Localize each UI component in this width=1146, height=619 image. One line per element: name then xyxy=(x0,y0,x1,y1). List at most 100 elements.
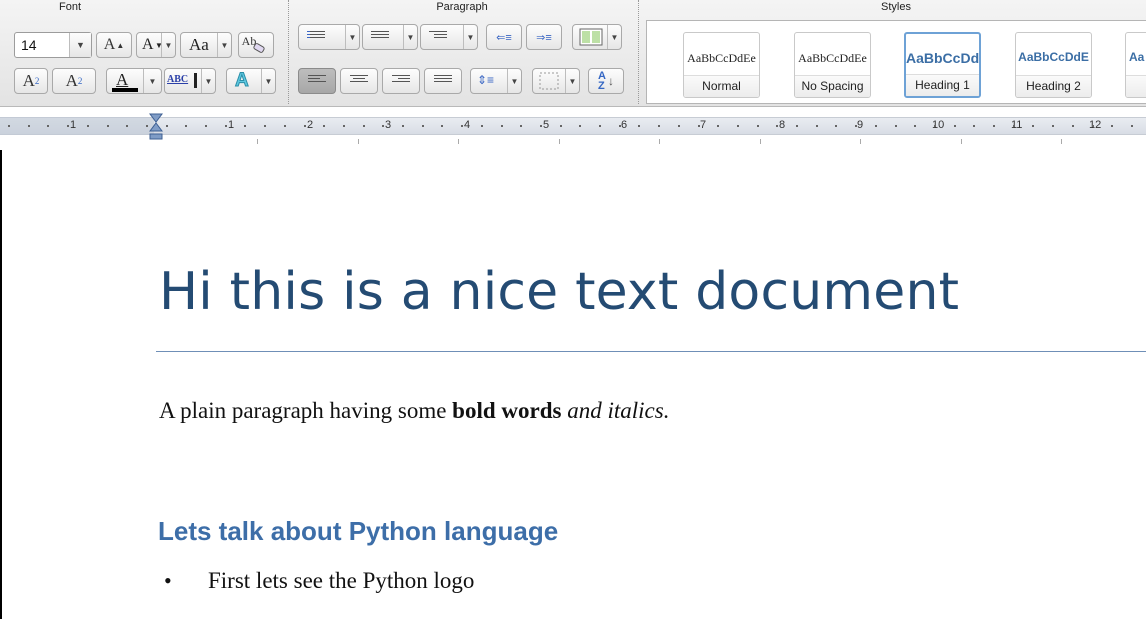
chevron-down-icon[interactable]: ▼ xyxy=(607,25,621,49)
ruler-dot xyxy=(27,125,30,127)
superscript-icon: A xyxy=(22,71,35,90)
plain-text: A plain paragraph having some xyxy=(159,398,453,423)
chevron-down-icon[interactable]: ▼ xyxy=(143,69,161,93)
multilevel-list-button[interactable]: ▼ xyxy=(420,24,478,50)
chevron-down-icon[interactable]: ▼ xyxy=(261,69,275,93)
ruler-dot xyxy=(914,125,917,127)
bullets-button[interactable]: ▼ xyxy=(298,24,360,50)
ruler-number: 2 xyxy=(307,119,314,131)
page-edge xyxy=(0,150,2,619)
ruler-dot xyxy=(835,125,838,127)
styles-group-label: Styles xyxy=(881,1,911,13)
highlight-button[interactable]: ABC ▼ xyxy=(164,68,216,94)
section-heading[interactable]: Lets talk about Python language xyxy=(158,516,558,547)
align-left-button[interactable] xyxy=(298,68,336,94)
tab-stop-tick xyxy=(558,139,560,144)
ruler-dot xyxy=(973,125,976,127)
ruler-dot xyxy=(185,125,188,127)
borders-icon xyxy=(539,72,559,90)
ruler-dot xyxy=(776,125,779,127)
ruler-dot xyxy=(500,125,503,127)
increase-indent-button[interactable]: ⇒≡ xyxy=(526,24,562,50)
bold-text: bold words xyxy=(452,398,562,423)
multilevel-list-icon xyxy=(429,31,447,43)
tab-stop-tick xyxy=(759,139,761,144)
font-color-button[interactable]: A ▼ xyxy=(106,68,162,94)
ruler-dot xyxy=(323,125,326,127)
document-page[interactable]: Hi this is a nice text document A plain … xyxy=(0,150,1146,619)
style-no-spacing[interactable]: AaBbCcDdEe No Spacing xyxy=(794,32,871,98)
chevron-down-icon[interactable]: ▼ xyxy=(507,69,521,93)
chevron-down-icon[interactable]: ▼ xyxy=(217,33,231,57)
ruler-dot xyxy=(106,125,109,127)
ruler-dot xyxy=(382,125,385,127)
ruler-dot xyxy=(1091,125,1094,127)
ruler-number: 9 xyxy=(857,119,864,131)
ruler-number: 4 xyxy=(464,119,471,131)
chevron-down-icon[interactable]: ▼ xyxy=(201,69,215,93)
text-effects-icon: A xyxy=(235,70,250,92)
tab-stop-tick xyxy=(1061,139,1062,144)
horizontal-ruler[interactable]: 1 1 2 3 4 5 6 7 8 9 10 11 12 xyxy=(0,107,1146,150)
subscript-button[interactable]: A2 xyxy=(52,68,96,94)
chevron-down-icon[interactable]: ▼ xyxy=(565,69,579,93)
chevron-down-icon[interactable]: ▼ xyxy=(463,25,477,49)
style-normal[interactable]: AaBbCcDdEe Normal xyxy=(683,32,760,98)
align-center-button[interactable] xyxy=(340,68,378,94)
ruler-dot xyxy=(402,125,404,127)
superscript-button[interactable]: A2 xyxy=(14,68,48,94)
subscript-icon: A xyxy=(65,71,78,90)
title-underline xyxy=(156,351,1146,352)
justify-icon xyxy=(434,75,452,87)
style-next[interactable]: Aa xyxy=(1125,32,1146,98)
align-left-icon xyxy=(308,75,326,87)
highlight-icon: ABC xyxy=(167,74,189,85)
clear-formatting-button[interactable]: Ab xyxy=(238,32,274,58)
columns-button[interactable]: ▼ xyxy=(572,24,622,50)
chevron-down-icon[interactable]: ▼ xyxy=(161,33,175,57)
ruler-dot xyxy=(421,125,424,127)
decrease-indent-icon: ⇐≡ xyxy=(496,31,512,44)
columns-icon xyxy=(579,28,603,46)
chevron-down-icon[interactable]: ▼ xyxy=(345,25,359,49)
shrink-font-button[interactable]: A ▼ ▼ xyxy=(136,32,176,58)
grow-font-button[interactable]: A ▲ xyxy=(96,32,132,58)
chevron-down-icon[interactable]: ▼ xyxy=(69,33,91,57)
style-heading-1[interactable]: AaBbCcDdI Heading 1 xyxy=(904,32,981,98)
ruler-dot xyxy=(874,125,877,127)
borders-button[interactable]: ▼ xyxy=(532,68,580,94)
style-heading-2[interactable]: AaBbCcDdE Heading 2 xyxy=(1015,32,1092,98)
style-name xyxy=(1126,75,1146,97)
indent-marker-icon[interactable] xyxy=(149,113,163,147)
ruler-dot xyxy=(993,125,995,127)
justify-button[interactable] xyxy=(424,68,462,94)
bullet-list-item[interactable]: First lets see the Python logo xyxy=(208,568,474,594)
text-effects-button[interactable]: A ▼ xyxy=(226,68,276,94)
ribbon: Font Paragraph Styles 14 ▼ A ▲ A ▼ ▼ Aa ▼… xyxy=(0,0,1146,107)
group-divider xyxy=(288,0,289,104)
ruler-dot xyxy=(283,125,286,127)
ruler-dot xyxy=(126,125,129,127)
body-paragraph[interactable]: A plain paragraph having some bold words… xyxy=(159,398,669,424)
ruler-number: 1 xyxy=(228,119,235,131)
ruler-dot xyxy=(67,125,70,127)
chevron-down-icon[interactable]: ▼ xyxy=(403,25,417,49)
change-case-button[interactable]: Aa ▼ xyxy=(180,32,232,58)
document-title[interactable]: Hi this is a nice text document xyxy=(159,262,959,322)
align-right-button[interactable] xyxy=(382,68,420,94)
align-right-icon xyxy=(392,75,410,87)
ruler-dot xyxy=(1012,125,1015,127)
font-size-field[interactable]: 14 ▼ xyxy=(14,32,92,58)
sort-button[interactable]: A Z ↓ xyxy=(588,68,624,94)
style-preview: AaBbCcDdE xyxy=(1018,50,1089,64)
ruler-dot xyxy=(1032,125,1035,127)
ruler-dot xyxy=(205,125,207,127)
style-name: Heading 1 xyxy=(906,74,979,96)
decrease-indent-button[interactable]: ⇐≡ xyxy=(486,24,522,50)
ruler-number: 6 xyxy=(621,119,628,131)
change-case-icon: Aa xyxy=(189,35,209,54)
line-spacing-button[interactable]: ⇕≡ ▼ xyxy=(470,68,522,94)
ruler-dot xyxy=(224,125,227,127)
ruler-dot xyxy=(461,125,464,127)
numbering-button[interactable]: ▼ xyxy=(362,24,418,50)
